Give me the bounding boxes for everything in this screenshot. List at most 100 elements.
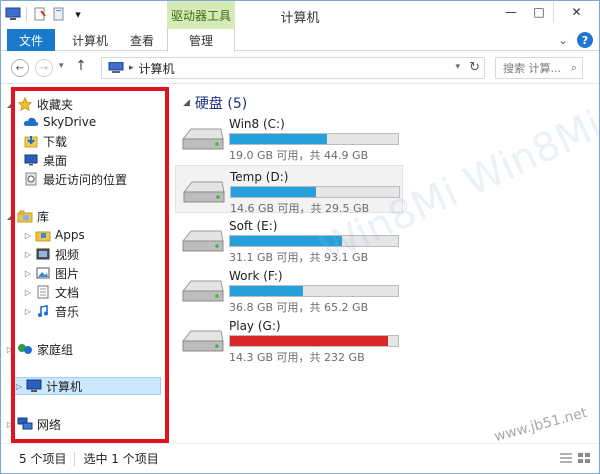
new-folder-icon[interactable] xyxy=(51,6,67,22)
nav-item-label: 库 xyxy=(37,209,50,224)
tab-view[interactable]: 查看 xyxy=(119,29,165,51)
drive-usage-fill xyxy=(230,286,304,296)
hard-drive-icon xyxy=(181,128,224,150)
drive-usage-bar xyxy=(230,186,400,198)
nav-item-favorites[interactable]: ◢ 收藏夹 xyxy=(5,95,73,113)
drive-item[interactable]: Soft (E:) 31.1 GB 可用，共 93.1 GB xyxy=(175,215,403,264)
nav-item-desktop[interactable]: 桌面 xyxy=(23,151,67,169)
expand-arrow-icon[interactable]: ▷ xyxy=(23,307,33,316)
drive-name: Win8 (C:) xyxy=(229,117,285,131)
group-header[interactable]: ◢ 硬盘 (5) xyxy=(183,93,247,113)
close-button[interactable]: ✕ xyxy=(553,1,599,23)
minimize-button[interactable]: — xyxy=(497,1,525,23)
drive-item[interactable]: Work (F:) 36.8 GB 可用，共 65.2 GB xyxy=(175,265,403,314)
tab-file[interactable]: 文件 xyxy=(7,29,55,51)
title-bar: ▾ 驱动器工具 计算机 — □ ✕ xyxy=(1,1,599,29)
drive-item[interactable]: Play (G:) 14.3 GB 可用，共 232 GB xyxy=(175,315,403,364)
drive-item[interactable]: Win8 (C:) 19.0 GB 可用，共 44.9 GB xyxy=(175,113,403,162)
back-button[interactable]: ← xyxy=(11,59,29,77)
search-icon[interactable]: ⌕ xyxy=(571,61,577,75)
navigation-pane: ◢ 收藏夹 SkyDrive 下载 桌面 最近访问的位置 ◢ 库 ▷ Apps … xyxy=(1,85,171,443)
item-count: 5 个项目 xyxy=(19,452,67,466)
nav-item-label: 视频 xyxy=(55,247,80,262)
search-placeholder: 搜索 计算... xyxy=(503,62,561,75)
nav-item-label: 音乐 xyxy=(55,304,80,319)
details-view-icon[interactable] xyxy=(559,452,573,464)
nav-item-music[interactable]: ▷ 音乐 xyxy=(23,302,79,320)
documents-icon xyxy=(35,284,51,300)
group-label: 硬盘 (5) xyxy=(194,96,248,112)
selection-count: 选中 1 个项目 xyxy=(83,452,159,466)
computer-icon xyxy=(108,62,124,73)
quick-access-toolbar: ▾ xyxy=(5,6,86,22)
drive-item[interactable]: Temp (D:) 14.6 GB 可用，共 29.5 GB xyxy=(175,165,403,215)
address-dropdown-icon[interactable]: ▾ xyxy=(455,62,460,72)
nav-item-label: 最近访问的位置 xyxy=(43,172,128,187)
collapse-arrow-icon[interactable]: ◢ xyxy=(5,100,15,109)
nav-item-label: 文档 xyxy=(55,285,80,300)
expand-ribbon-icon[interactable]: ⌄ xyxy=(555,32,571,48)
nav-item-videos[interactable]: ▷ 视频 xyxy=(23,245,79,263)
drive-usage-fill xyxy=(230,236,342,246)
address-bar[interactable]: ▸ 计算机 ▾ ↻ xyxy=(101,57,485,79)
expand-arrow-icon[interactable]: ▷ xyxy=(23,231,33,240)
properties-icon[interactable] xyxy=(32,6,48,22)
tab-manage[interactable]: 管理 xyxy=(167,29,235,52)
nav-item-label: 计算机 xyxy=(46,379,83,394)
drive-name: Work (F:) xyxy=(229,269,283,283)
nav-item-label: 家庭组 xyxy=(37,342,74,357)
drive-free-space: 36.8 GB 可用，共 65.2 GB xyxy=(229,301,369,314)
context-tab-group: 驱动器工具 xyxy=(167,1,235,29)
drive-usage-fill xyxy=(231,187,316,197)
status-separator xyxy=(74,451,76,466)
video-icon xyxy=(35,246,51,262)
expand-arrow-icon[interactable]: ▷ xyxy=(5,420,15,429)
collapse-arrow-icon[interactable]: ◢ xyxy=(5,212,15,221)
desktop-icon xyxy=(23,152,39,168)
hard-drive-icon xyxy=(181,330,224,352)
maximize-button[interactable]: □ xyxy=(525,1,553,23)
nav-item-skydrive[interactable]: SkyDrive xyxy=(23,113,96,131)
breadcrumb-arrow-icon[interactable]: ▸ xyxy=(129,63,134,73)
drive-free-space: 14.6 GB 可用，共 29.5 GB xyxy=(230,202,370,215)
recent-locations-icon[interactable]: ▾ xyxy=(59,61,64,71)
search-input[interactable]: 搜索 计算... ⌕ xyxy=(495,57,583,79)
drive-free-space: 19.0 GB 可用，共 44.9 GB xyxy=(229,149,369,162)
help-icon[interactable]: ? xyxy=(577,32,593,48)
drive-usage-bar xyxy=(229,335,399,347)
breadcrumb[interactable]: 计算机 xyxy=(139,60,175,77)
qat-separator xyxy=(26,7,27,21)
refresh-icon[interactable]: ↻ xyxy=(469,60,480,75)
forward-button[interactable]: → xyxy=(35,59,53,77)
expand-arrow-icon[interactable]: ▷ xyxy=(14,382,24,391)
nav-item-label: 下载 xyxy=(43,134,68,149)
computer-small-icon[interactable] xyxy=(5,6,21,22)
up-button[interactable]: ↑ xyxy=(73,58,89,74)
recent-places-icon xyxy=(23,171,39,187)
drive-name: Temp (D:) xyxy=(230,170,289,184)
customize-qat-icon[interactable]: ▾ xyxy=(70,6,86,22)
nav-item-libraries[interactable]: ◢ 库 xyxy=(5,207,49,225)
large-icons-view-icon[interactable] xyxy=(577,452,591,464)
tab-computer[interactable]: 计算机 xyxy=(63,29,117,51)
download-folder-icon xyxy=(23,133,39,149)
nav-item-computer[interactable]: ▷ 计算机 xyxy=(13,377,161,395)
expand-arrow-icon[interactable]: ▷ xyxy=(23,269,33,278)
nav-item-recent-places[interactable]: 最近访问的位置 xyxy=(23,170,127,188)
expand-arrow-icon[interactable]: ▷ xyxy=(5,345,15,354)
nav-item-homegroup[interactable]: ▷ 家庭组 xyxy=(5,340,73,358)
nav-item-label: 图片 xyxy=(55,266,80,281)
nav-item-pictures[interactable]: ▷ 图片 xyxy=(23,264,79,282)
content-pane: ◢ 硬盘 (5) Win8 (C:) 19.0 GB 可用，共 44.9 GB … xyxy=(171,85,599,443)
pictures-icon xyxy=(35,265,51,281)
apps-folder-icon xyxy=(35,227,51,243)
nav-item-label: 网络 xyxy=(37,417,62,432)
nav-item-downloads[interactable]: 下载 xyxy=(23,132,67,150)
nav-item-documents[interactable]: ▷ 文档 xyxy=(23,283,79,301)
collapse-group-icon[interactable]: ◢ xyxy=(183,98,190,108)
network-icon xyxy=(17,416,33,432)
nav-item-apps[interactable]: ▷ Apps xyxy=(23,226,85,244)
expand-arrow-icon[interactable]: ▷ xyxy=(23,288,33,297)
expand-arrow-icon[interactable]: ▷ xyxy=(23,250,33,259)
nav-item-network[interactable]: ▷ 网络 xyxy=(5,415,61,433)
